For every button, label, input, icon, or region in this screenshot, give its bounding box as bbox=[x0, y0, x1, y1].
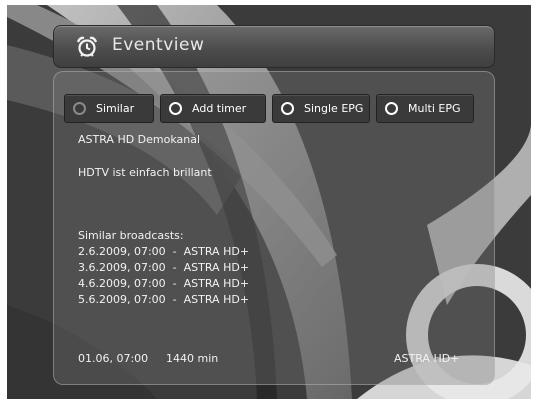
single-epg-button-label: Single EPG bbox=[304, 102, 364, 115]
ring-icon bbox=[73, 102, 86, 115]
service-name: ASTRA HD+ bbox=[394, 352, 460, 365]
ring-icon bbox=[281, 102, 294, 115]
similar-item: 2.6.2009, 07:00 - ASTRA HD+ bbox=[78, 245, 250, 258]
similar-button[interactable]: Similar bbox=[64, 94, 154, 123]
channel-name: ASTRA HD Demokanal bbox=[78, 133, 201, 146]
title-bar: Eventview bbox=[53, 25, 495, 68]
add-timer-button[interactable]: Add timer bbox=[160, 94, 266, 123]
window-title: Eventview bbox=[112, 35, 205, 55]
single-epg-button[interactable]: Single EPG bbox=[272, 94, 370, 123]
event-description: HDTV ist einfach brillant bbox=[78, 166, 212, 179]
similar-button-label: Similar bbox=[96, 102, 135, 115]
ring-icon bbox=[169, 102, 182, 115]
multi-epg-button-label: Multi EPG bbox=[408, 102, 461, 115]
multi-epg-button[interactable]: Multi EPG bbox=[376, 94, 474, 123]
alarm-clock-icon bbox=[76, 36, 98, 57]
add-timer-button-label: Add timer bbox=[192, 102, 247, 115]
event-panel: Similar Add timer Single EPG Multi EPG A… bbox=[53, 71, 495, 385]
ring-icon bbox=[385, 102, 398, 115]
similar-item: 3.6.2009, 07:00 - ASTRA HD+ bbox=[78, 261, 250, 274]
tv-screen: Eventview Similar Add timer Single EPG M… bbox=[7, 5, 531, 399]
similar-heading: Similar broadcasts: bbox=[78, 229, 184, 242]
similar-item: 5.6.2009, 07:00 - ASTRA HD+ bbox=[78, 293, 250, 306]
event-datetime: 01.06, 07:00 bbox=[78, 352, 149, 365]
similar-item: 4.6.2009, 07:00 - ASTRA HD+ bbox=[78, 277, 250, 290]
event-duration: 1440 min bbox=[166, 352, 219, 365]
